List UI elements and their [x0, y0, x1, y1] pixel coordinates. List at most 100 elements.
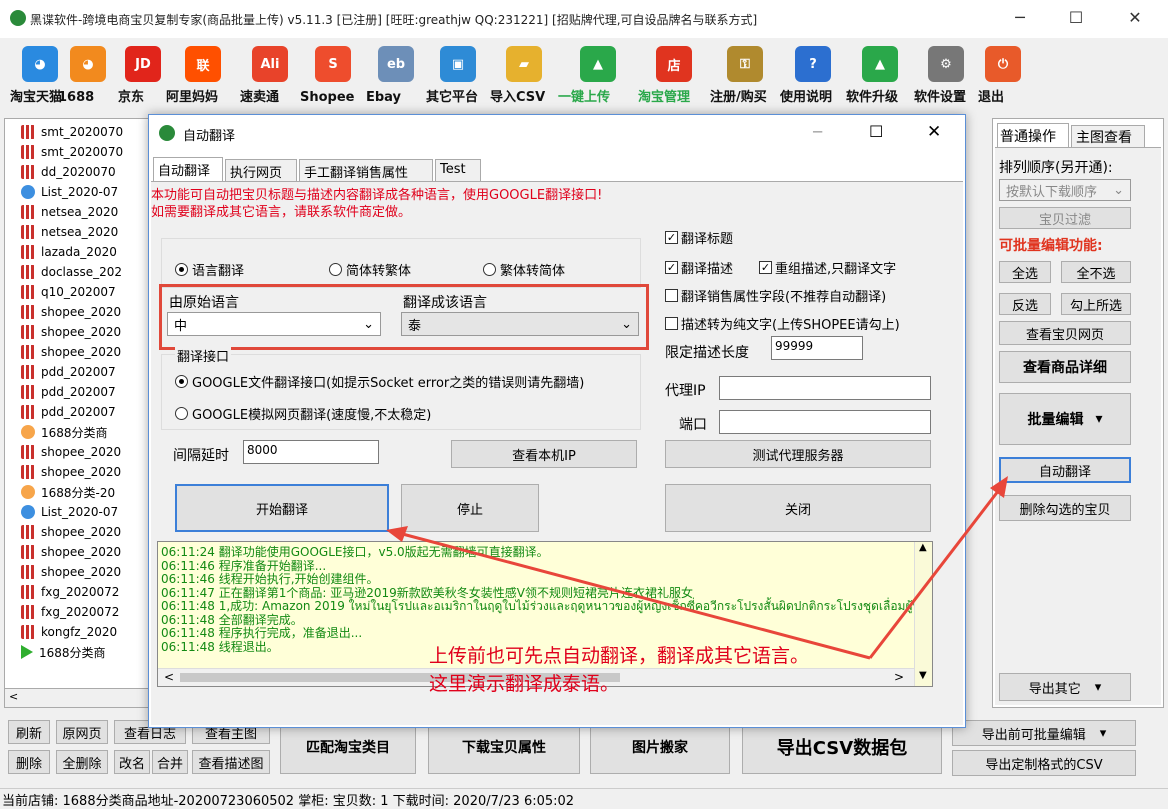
tree-item[interactable]: shopee_2020	[21, 442, 121, 462]
tree-item[interactable]: dd_2020070	[21, 162, 116, 182]
select-all-button[interactable]: 全选	[999, 261, 1051, 283]
tree-horizontal-scrollbar[interactable]: <	[4, 688, 150, 708]
limit-length-input[interactable]: 99999	[771, 336, 863, 360]
tree-item[interactable]: kongfz_2020	[21, 622, 117, 642]
tree-item[interactable]: List_2020-07	[21, 502, 118, 522]
tree-item[interactable]: pdd_202007	[21, 382, 116, 402]
toolbar-button-folder[interactable]: ▰ 导入CSV	[490, 44, 558, 105]
toolbar-button-shop[interactable]: 店淘宝管理	[638, 44, 710, 105]
source-language-select[interactable]: 中 ⌄	[167, 312, 381, 336]
scroll-right-icon[interactable]: >	[894, 670, 904, 684]
toolbar-button-taobao-union[interactable]: 联阿里妈妈	[166, 44, 240, 105]
invert-select-button[interactable]: 反选	[999, 293, 1051, 315]
toolbar-button-shopee[interactable]: S Shopee	[300, 44, 366, 105]
original-page-button[interactable]: 原网页	[56, 720, 108, 744]
toolbar-button-settings[interactable]: ⚙ 软件设置	[914, 44, 978, 105]
test-proxy-button[interactable]: 测试代理服务器	[665, 440, 931, 468]
merge-button[interactable]: 合并	[152, 750, 188, 774]
batch-edit-button[interactable]: 批量编辑 ▾	[999, 393, 1131, 445]
tree-item[interactable]: lazada_2020	[21, 242, 117, 262]
checkbox-regroup-desc[interactable]: ✓ 重组描述,只翻译文字	[759, 258, 896, 277]
view-item-page-button[interactable]: 查看宝贝网页	[999, 321, 1131, 345]
maximize-icon[interactable]: ☐	[1066, 8, 1086, 28]
toolbar-button-upload[interactable]: ▲ 一键上传	[558, 44, 638, 105]
download-attributes-button[interactable]: 下载宝贝属性	[428, 720, 580, 774]
tree-item[interactable]: pdd_202007	[21, 362, 116, 382]
start-translate-button[interactable]: 开始翻译	[175, 484, 389, 532]
toolbar-button-key[interactable]: ⚿ 注册/购买	[710, 44, 780, 105]
filter-button[interactable]: 宝贝过滤	[999, 207, 1131, 229]
export-custom-csv-button[interactable]: 导出定制格式的CSV	[952, 750, 1136, 776]
port-input[interactable]	[719, 410, 931, 434]
tab-main-image[interactable]: 主图查看	[1071, 125, 1145, 147]
export-csv-button[interactable]: 导出CSV数据包	[742, 720, 942, 774]
tree-item[interactable]: shopee_2020	[21, 522, 121, 542]
toolbar-button-exit[interactable]: ⏻ 退出	[978, 44, 1028, 105]
delete-checked-button[interactable]: 删除勾选的宝贝	[999, 495, 1131, 521]
rename-button[interactable]: 改名	[114, 750, 150, 774]
minimize-icon[interactable]: ─	[1010, 8, 1030, 28]
refresh-button[interactable]: 刷新	[8, 720, 50, 744]
tree-item[interactable]: shopee_2020	[21, 302, 121, 322]
tab-test[interactable]: Test	[435, 159, 481, 181]
toolbar-button-upgrade[interactable]: ▲ 软件升级	[846, 44, 914, 105]
toolbar-button-jd[interactable]: JD 京东	[118, 44, 168, 105]
delete-all-button[interactable]: 全删除	[56, 750, 108, 774]
scroll-left-icon[interactable]: <	[164, 670, 174, 684]
radio-simplified-to-traditional[interactable]: 简体转繁体	[329, 260, 411, 279]
log-vertical-scrollbar[interactable]: ▲ ▼	[914, 542, 932, 686]
stop-button[interactable]: 停止	[401, 484, 539, 532]
checkbox-translate-sale-attr[interactable]: 翻译销售属性字段(不推荐自动翻译)	[665, 286, 886, 305]
toolbar-button-1688[interactable]: ◕ 1688	[58, 44, 118, 105]
image-move-button[interactable]: 图片搬家	[590, 720, 730, 774]
tree-item[interactable]: smt_2020070	[21, 142, 123, 162]
tree-item[interactable]: shopee_2020	[21, 462, 121, 482]
close-icon[interactable]: ✕	[1125, 8, 1145, 28]
tree-item[interactable]: fxg_2020072	[21, 582, 119, 602]
sort-order-select[interactable]: 按默认下载顺序 ⌄	[999, 179, 1131, 201]
scroll-left-icon[interactable]: <	[9, 690, 18, 703]
scroll-up-icon[interactable]: ▲	[919, 542, 927, 553]
tree-item[interactable]: pdd_202007	[21, 402, 116, 422]
tree-item[interactable]: shopee_2020	[21, 562, 121, 582]
tree-item[interactable]: 1688分类商	[21, 422, 108, 442]
tree-item[interactable]: shopee_2020	[21, 322, 121, 342]
tab-auto-translate[interactable]: 自动翻译	[153, 157, 223, 181]
interval-input[interactable]: 8000	[243, 440, 379, 464]
check-selected-button[interactable]: 勾上所选	[1061, 293, 1131, 315]
tree-item[interactable]: netsea_2020	[21, 202, 118, 222]
tree-item[interactable]: shopee_2020	[21, 342, 121, 362]
store-tree[interactable]: smt_2020070 smt_2020070 dd_2020070 List_202…	[4, 118, 150, 708]
radio-language-translate[interactable]: 语言翻译	[175, 260, 244, 279]
scroll-down-icon[interactable]: ▼	[919, 670, 927, 681]
tree-item[interactable]: 1688分类-20	[21, 482, 115, 502]
toolbar-button-aliexpress[interactable]: Ali 速卖通	[240, 44, 300, 105]
toolbar-button-computer[interactable]: ▣ 其它平台	[426, 44, 490, 105]
match-category-button[interactable]: 匹配淘宝类目	[280, 720, 416, 774]
select-none-button[interactable]: 全不选	[1061, 261, 1131, 283]
tree-item[interactable]: fxg_2020072	[21, 602, 119, 622]
checkbox-plain-text[interactable]: 描述转为纯文字(上传SHOPEE请勾上)	[665, 314, 900, 333]
tree-item[interactable]: smt_2020070	[21, 122, 123, 142]
check-local-ip-button[interactable]: 查看本机IP	[451, 440, 637, 468]
dialog-close-icon[interactable]: ✕	[927, 122, 941, 142]
tree-item[interactable]: shopee_2020	[21, 542, 121, 562]
export-other-button[interactable]: 导出其它 ▾	[999, 673, 1131, 701]
toolbar-button-ebay[interactable]: eb Ebay	[366, 44, 426, 105]
view-desc-image-button[interactable]: 查看描述图	[192, 750, 270, 774]
toolbar-button-help[interactable]: ? 使用说明	[780, 44, 846, 105]
close-dialog-button[interactable]: 关闭	[665, 484, 931, 532]
tree-item[interactable]: doclasse_202	[21, 262, 122, 282]
radio-google-web-api[interactable]: GOOGLE模拟网页翻译(速度慢,不太稳定)	[175, 404, 431, 423]
view-item-detail-button[interactable]: 查看商品详细	[999, 351, 1131, 383]
proxy-ip-input[interactable]	[719, 376, 931, 400]
checkbox-translate-title[interactable]: ✓ 翻译标题	[665, 228, 733, 247]
tree-item[interactable]: 1688分类商	[21, 642, 106, 662]
tree-item[interactable]: List_2020-07	[21, 182, 118, 202]
delete-button[interactable]: 删除	[8, 750, 50, 774]
dialog-minimize-icon[interactable]: ─	[813, 123, 822, 141]
auto-translate-button[interactable]: 自动翻译	[999, 457, 1131, 483]
tab-normal-ops[interactable]: 普通操作	[997, 123, 1069, 147]
export-batch-edit-button[interactable]: 导出前可批量编辑 ▾	[952, 720, 1136, 746]
tree-item[interactable]: netsea_2020	[21, 222, 118, 242]
